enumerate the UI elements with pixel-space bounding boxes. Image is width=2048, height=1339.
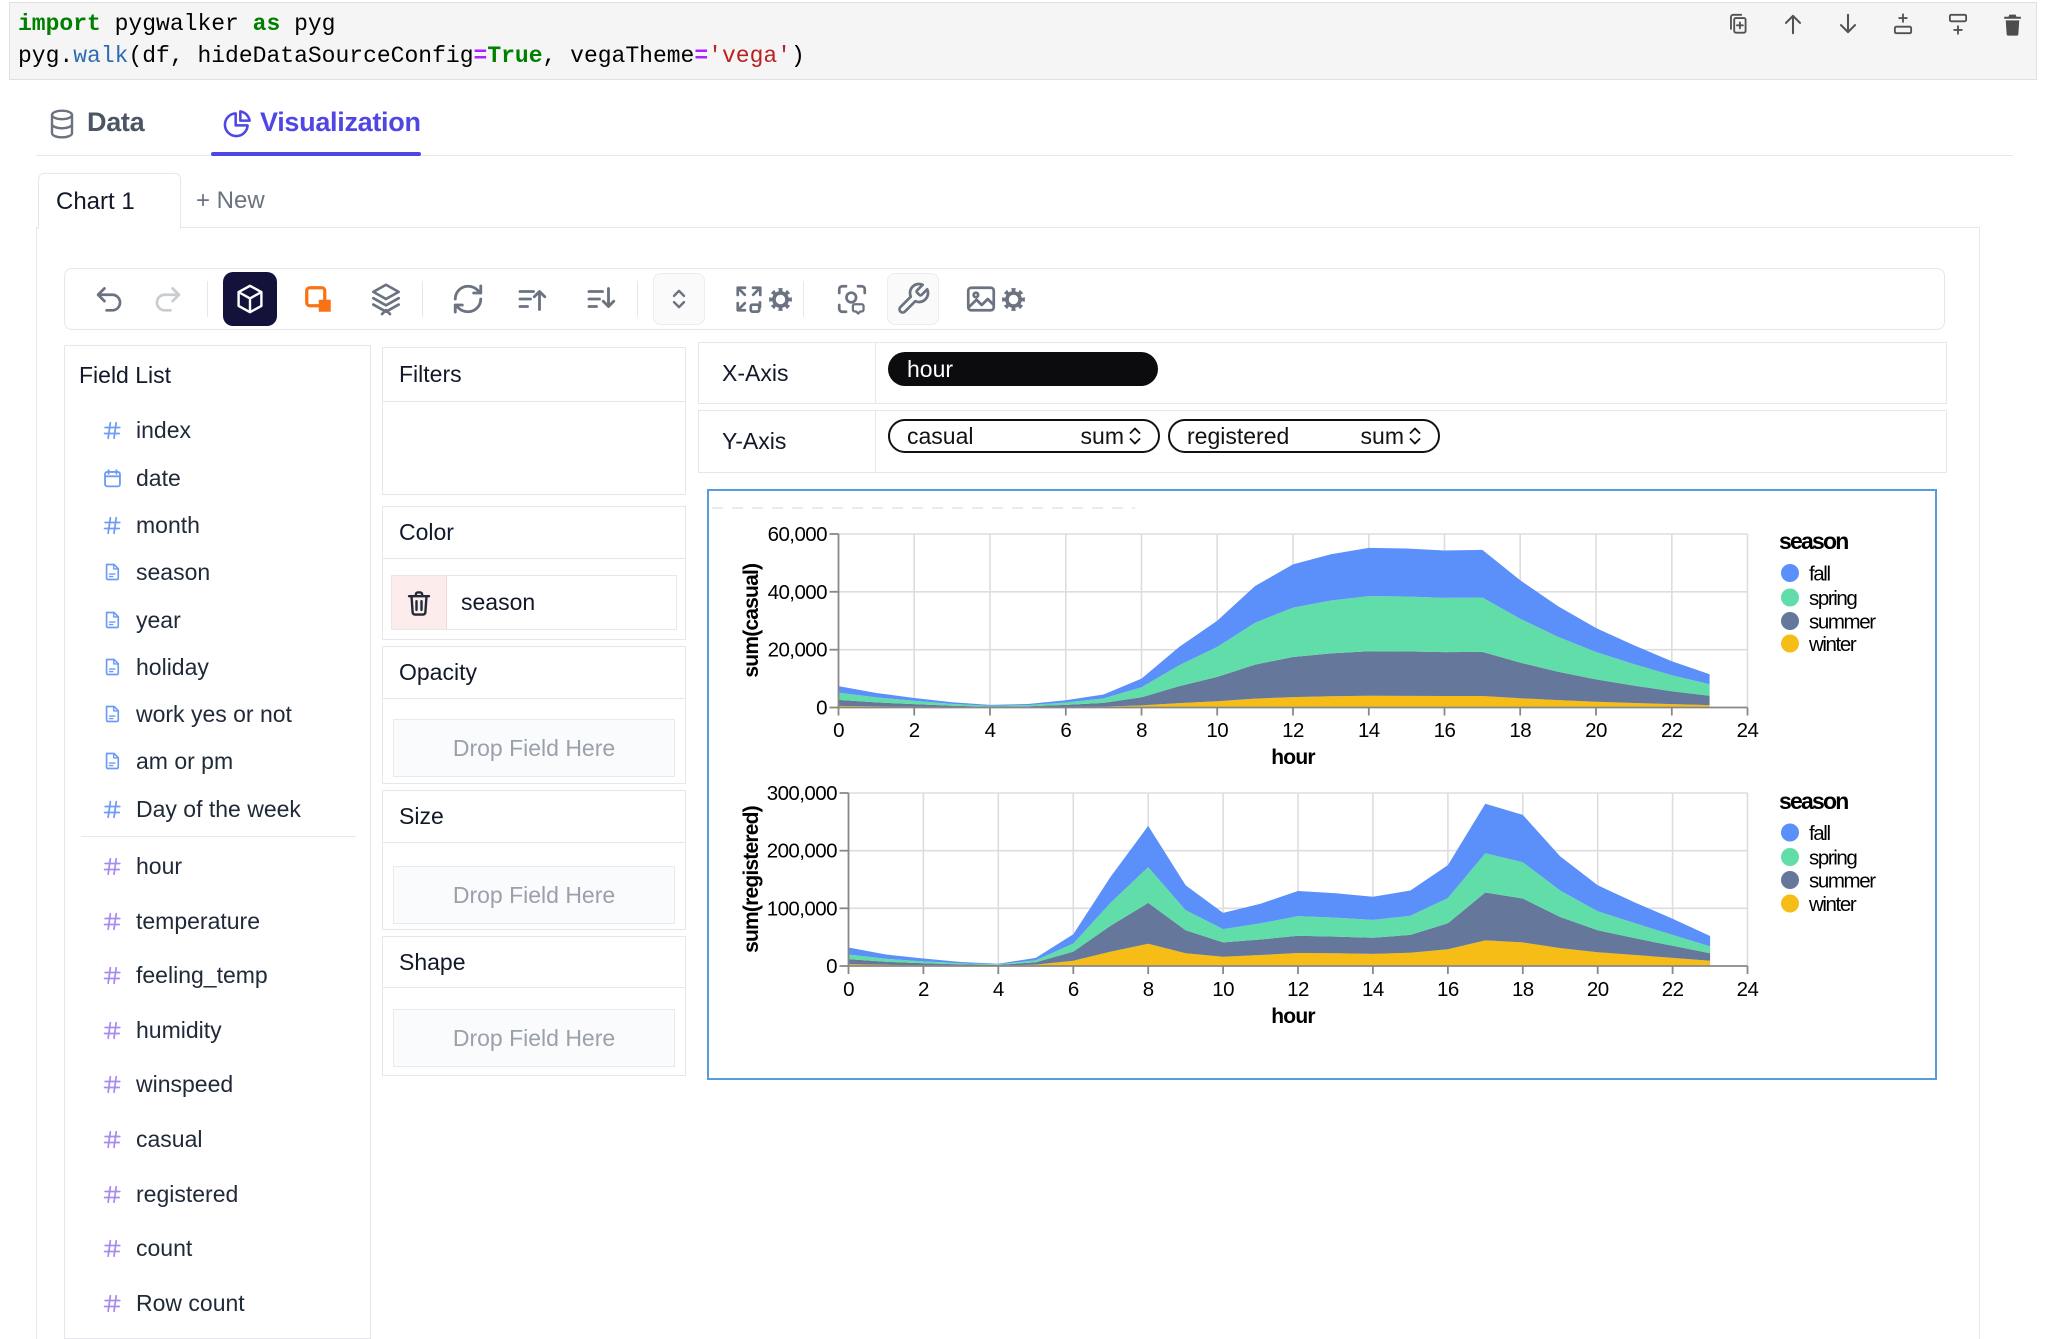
svg-text:summer: summer — [1809, 870, 1876, 893]
svg-text:8: 8 — [1143, 978, 1154, 1001]
svg-text:100,000: 100,000 — [767, 897, 837, 920]
svg-text:spring: spring — [1809, 847, 1857, 870]
svg-text:fall: fall — [1809, 822, 1830, 845]
svg-text:12: 12 — [1287, 978, 1309, 1001]
svg-text:20: 20 — [1585, 719, 1607, 742]
svg-text:0: 0 — [826, 955, 837, 978]
svg-text:14: 14 — [1358, 719, 1380, 742]
svg-text:summer: summer — [1809, 611, 1876, 634]
svg-text:24: 24 — [1737, 978, 1759, 1001]
svg-text:winter: winter — [1808, 633, 1857, 656]
svg-text:10: 10 — [1212, 978, 1234, 1001]
svg-text:20: 20 — [1587, 978, 1609, 1001]
svg-text:200,000: 200,000 — [767, 840, 837, 863]
svg-text:6: 6 — [1060, 719, 1071, 742]
svg-text:2: 2 — [909, 719, 920, 742]
svg-text:0: 0 — [843, 978, 854, 1001]
svg-text:300,000: 300,000 — [767, 782, 837, 805]
svg-text:60,000: 60,000 — [768, 523, 828, 546]
svg-text:hour: hour — [1271, 1005, 1315, 1028]
svg-text:24: 24 — [1737, 719, 1759, 742]
svg-text:0: 0 — [816, 697, 827, 720]
svg-text:14: 14 — [1362, 978, 1384, 1001]
svg-text:season: season — [1779, 788, 1848, 814]
svg-text:16: 16 — [1434, 719, 1456, 742]
svg-text:season: season — [1779, 528, 1848, 554]
svg-text:16: 16 — [1437, 978, 1459, 1001]
svg-text:18: 18 — [1512, 978, 1534, 1001]
svg-text:winter: winter — [1808, 893, 1857, 916]
svg-text:40,000: 40,000 — [768, 581, 828, 604]
svg-text:10: 10 — [1206, 719, 1228, 742]
svg-text:spring: spring — [1809, 587, 1857, 610]
svg-text:4: 4 — [993, 978, 1004, 1001]
svg-text:sum(casual): sum(casual) — [740, 564, 763, 678]
svg-text:2: 2 — [918, 978, 929, 1001]
svg-text:12: 12 — [1282, 719, 1304, 742]
svg-text:fall: fall — [1809, 563, 1830, 586]
svg-text:22: 22 — [1661, 719, 1683, 742]
svg-text:6: 6 — [1068, 978, 1079, 1001]
svg-text:20,000: 20,000 — [768, 639, 828, 662]
svg-text:22: 22 — [1662, 978, 1684, 1001]
svg-text:hour: hour — [1271, 746, 1315, 769]
svg-text:0: 0 — [833, 719, 844, 742]
svg-text:sum(registered): sum(registered) — [740, 806, 763, 953]
svg-text:4: 4 — [985, 719, 996, 742]
svg-text:8: 8 — [1136, 719, 1147, 742]
svg-text:18: 18 — [1509, 719, 1531, 742]
